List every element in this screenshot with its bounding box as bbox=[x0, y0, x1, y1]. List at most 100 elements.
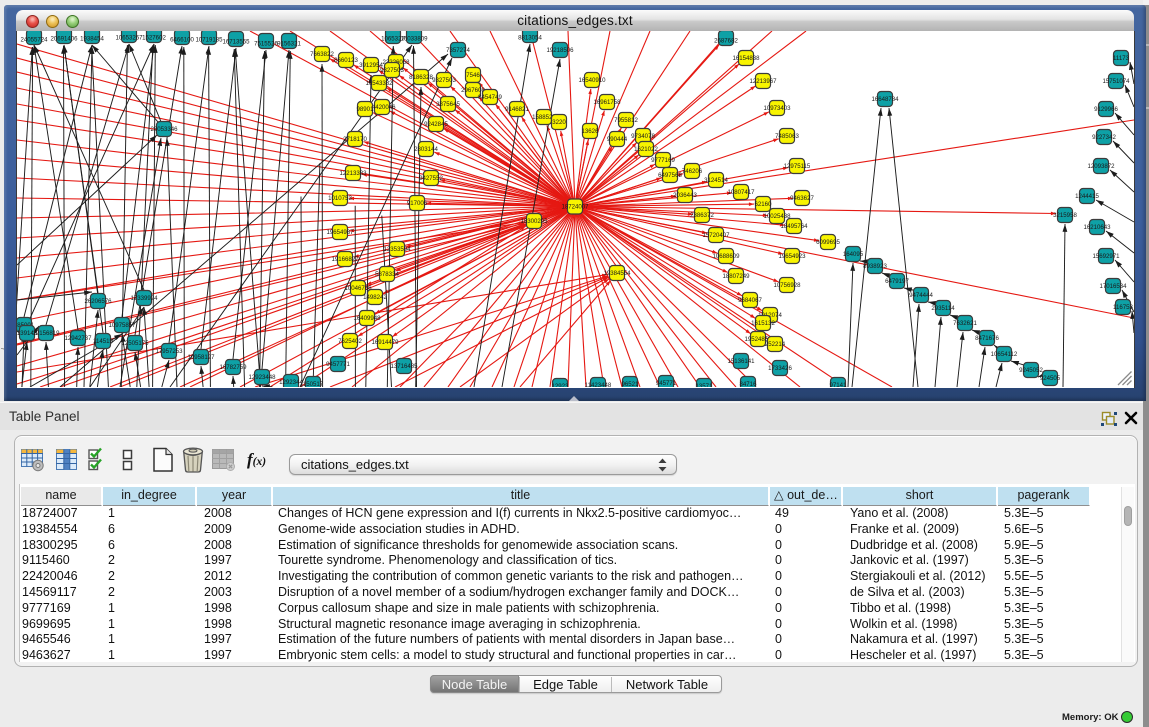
svg-text:16713555: 16713555 bbox=[222, 39, 250, 46]
svg-text:2036443: 2036443 bbox=[673, 192, 697, 199]
svg-text:7625402: 7625402 bbox=[338, 338, 362, 345]
svg-text:3215958: 3215958 bbox=[1053, 212, 1077, 219]
svg-text:18724007: 18724007 bbox=[561, 204, 589, 211]
svg-text:8454749: 8454749 bbox=[478, 94, 502, 101]
svg-text:12942737: 12942737 bbox=[64, 335, 92, 342]
svg-text:16782759: 16782759 bbox=[219, 364, 247, 371]
svg-text:62160: 62160 bbox=[755, 201, 773, 208]
svg-text:15692971: 15692971 bbox=[1092, 253, 1120, 260]
svg-text:5878334: 5878334 bbox=[375, 271, 399, 278]
svg-text:9227342: 9227342 bbox=[1092, 134, 1116, 141]
svg-text:252214: 252214 bbox=[765, 341, 786, 348]
svg-text:12093872: 12093872 bbox=[1087, 163, 1115, 170]
svg-text:9146821: 9146821 bbox=[505, 106, 529, 113]
svg-text:1938454: 1938454 bbox=[80, 36, 104, 43]
svg-text:28053346: 28053346 bbox=[150, 126, 178, 133]
svg-text:11423448: 11423448 bbox=[585, 382, 612, 387]
svg-text:2687682: 2687682 bbox=[714, 38, 738, 45]
svg-text:8938923: 8938923 bbox=[863, 263, 887, 270]
svg-text:12213967: 12213967 bbox=[749, 78, 777, 85]
svg-text:17957253: 17957253 bbox=[155, 348, 183, 355]
svg-text:9457771: 9457771 bbox=[326, 361, 350, 368]
svg-text:8813054: 8813054 bbox=[518, 35, 542, 42]
svg-text:15136141: 15136141 bbox=[727, 358, 755, 365]
svg-text:6099695: 6099695 bbox=[816, 239, 840, 246]
svg-text:16648784: 16648784 bbox=[871, 96, 899, 103]
svg-text:7515526: 7515526 bbox=[254, 41, 278, 48]
svg-text:2935114: 2935114 bbox=[931, 305, 955, 312]
svg-text:18495764: 18495764 bbox=[780, 223, 808, 230]
svg-text:9684067: 9684067 bbox=[738, 297, 762, 304]
svg-text:924505: 924505 bbox=[1040, 375, 1061, 382]
svg-text:1010753: 1010753 bbox=[328, 195, 352, 202]
svg-text:16154838: 16154838 bbox=[732, 55, 760, 62]
svg-text:9327503: 9327503 bbox=[380, 67, 404, 74]
svg-text:12923: 12923 bbox=[552, 383, 570, 387]
svg-text:1527602: 1527602 bbox=[142, 35, 166, 42]
svg-text:17016534: 17016534 bbox=[1099, 283, 1127, 290]
svg-text:9129966: 9129966 bbox=[1094, 106, 1118, 113]
svg-text:10719185: 10719185 bbox=[195, 37, 223, 44]
svg-text:10958127: 10958127 bbox=[187, 354, 215, 361]
svg-text:13716485: 13716485 bbox=[390, 363, 418, 370]
svg-text:16543382: 16543382 bbox=[365, 80, 393, 87]
svg-text:12505175: 12505175 bbox=[121, 340, 149, 347]
svg-text:3220: 3220 bbox=[552, 119, 566, 126]
svg-text:18300295: 18300295 bbox=[520, 218, 548, 225]
svg-text:945771: 945771 bbox=[656, 380, 677, 387]
svg-text:12353594: 12353594 bbox=[383, 246, 411, 253]
svg-text:19218506: 19218506 bbox=[546, 47, 574, 54]
svg-text:13571: 13571 bbox=[696, 383, 714, 387]
svg-text:3124514: 3124514 bbox=[704, 177, 728, 184]
svg-text:19166827: 19166827 bbox=[331, 256, 359, 263]
svg-text:1615132: 1615132 bbox=[751, 320, 775, 327]
svg-text:164095: 164095 bbox=[843, 251, 864, 258]
svg-text:16540910: 16540910 bbox=[578, 77, 606, 84]
svg-text:1292344: 1292344 bbox=[279, 379, 303, 386]
svg-text:84716: 84716 bbox=[740, 381, 758, 387]
svg-text:16914479: 16914479 bbox=[371, 339, 399, 346]
svg-text:7663822: 7663822 bbox=[310, 51, 334, 58]
svg-text:9327503: 9327503 bbox=[432, 77, 456, 84]
svg-text:20691406: 20691406 bbox=[50, 36, 78, 43]
svg-text:12213383: 12213383 bbox=[339, 170, 367, 177]
svg-text:1733426: 1733426 bbox=[768, 365, 792, 372]
svg-text:2967608: 2967608 bbox=[461, 87, 485, 94]
svg-text:13626: 13626 bbox=[582, 128, 600, 135]
svg-text:150517: 150517 bbox=[303, 381, 324, 387]
svg-text:9242845: 9242845 bbox=[424, 121, 448, 128]
svg-text:12923448: 12923448 bbox=[248, 374, 276, 381]
svg-text:7485063: 7485063 bbox=[775, 133, 799, 140]
svg-text:16409948: 16409948 bbox=[353, 315, 381, 322]
svg-text:17339924: 17339924 bbox=[130, 295, 158, 302]
svg-text:24055724: 24055724 bbox=[20, 37, 48, 44]
svg-text:10653267: 10653267 bbox=[115, 35, 143, 42]
svg-text:15720407: 15720407 bbox=[702, 232, 730, 239]
svg-text:2718170: 2718170 bbox=[343, 136, 367, 143]
svg-text:6479197: 6479197 bbox=[885, 278, 909, 285]
svg-text:10688609: 10688609 bbox=[712, 253, 740, 260]
svg-text:917006: 917006 bbox=[407, 200, 428, 207]
svg-text:9734078: 9734078 bbox=[631, 133, 655, 140]
svg-text:7357274: 7357274 bbox=[446, 47, 470, 54]
svg-text:3875645: 3875645 bbox=[436, 101, 460, 108]
svg-text:11173: 11173 bbox=[1113, 55, 1130, 62]
svg-text:6497568: 6497568 bbox=[658, 172, 682, 179]
svg-text:2386372: 2386372 bbox=[690, 212, 714, 219]
svg-text:98901: 98901 bbox=[357, 106, 375, 113]
svg-text:1621022: 1621022 bbox=[634, 146, 658, 153]
svg-text:8186328: 8186328 bbox=[409, 74, 433, 81]
svg-text:8471676: 8471676 bbox=[975, 335, 999, 342]
svg-text:19384554: 19384554 bbox=[603, 270, 631, 277]
svg-text:10973403: 10973403 bbox=[763, 105, 791, 112]
svg-text:1244415: 1244415 bbox=[1075, 193, 1099, 200]
svg-text:746206: 746206 bbox=[682, 168, 703, 175]
svg-text:10654112: 10654112 bbox=[991, 351, 1018, 358]
svg-text:19654923: 19654923 bbox=[778, 253, 806, 260]
svg-text:16210643: 16210643 bbox=[1083, 224, 1111, 231]
svg-text:18807249: 18807249 bbox=[722, 273, 750, 280]
svg-text:26206576: 26206576 bbox=[84, 298, 112, 305]
svg-text:1498242: 1498242 bbox=[363, 294, 387, 301]
svg-text:2803144: 2803144 bbox=[414, 146, 438, 153]
svg-text:9156321: 9156321 bbox=[277, 41, 301, 48]
